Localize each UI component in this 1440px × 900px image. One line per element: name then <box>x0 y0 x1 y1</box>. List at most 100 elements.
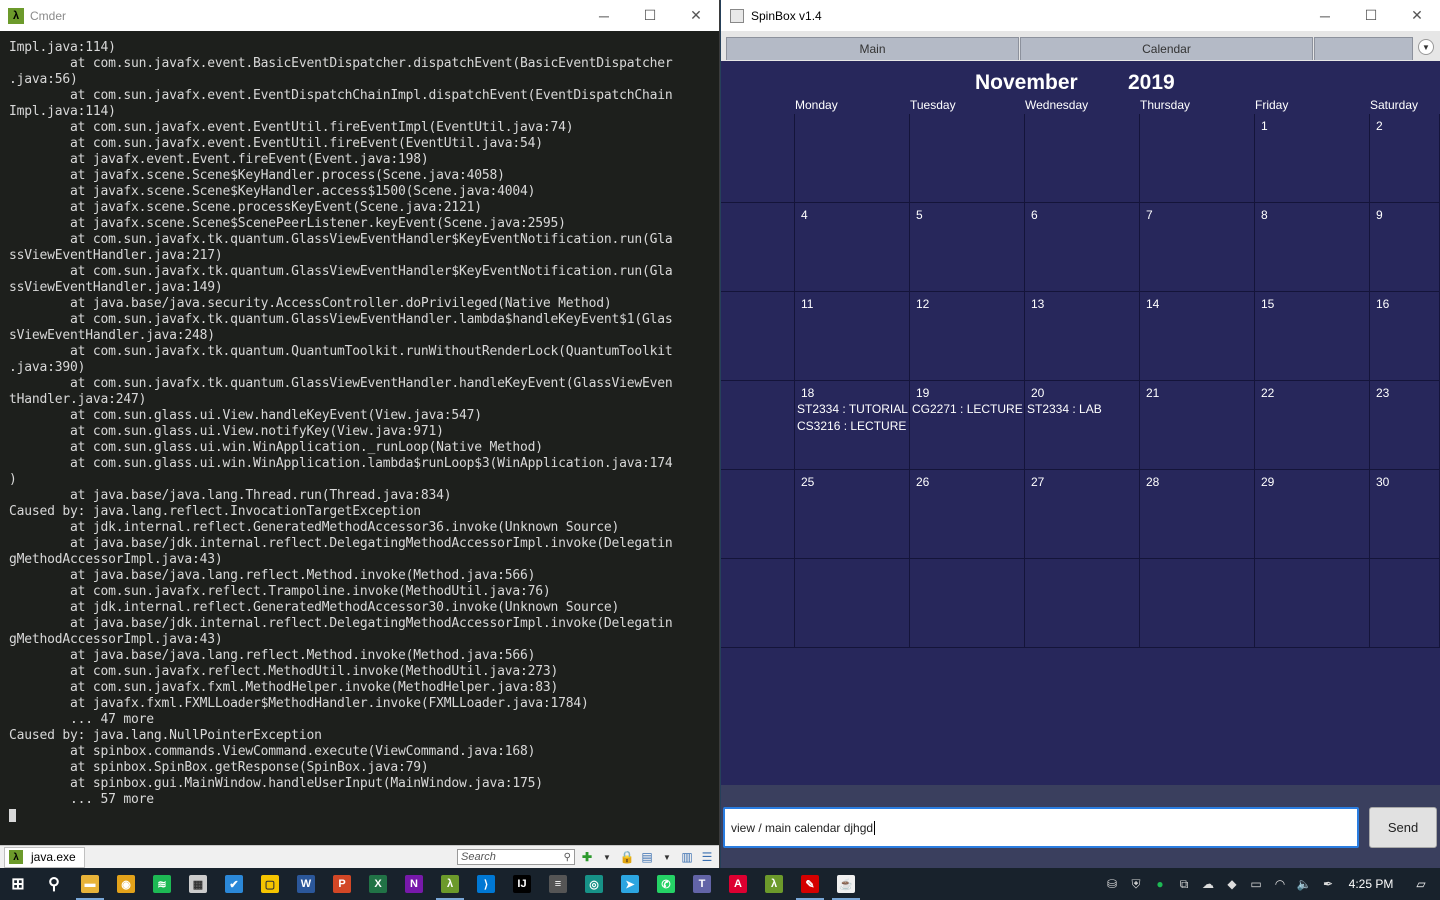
chevron-down-icon[interactable]: ▼ <box>659 849 675 865</box>
calendar-cell[interactable]: 13 <box>1025 292 1140 381</box>
calendar-cell[interactable] <box>1140 559 1255 648</box>
screenshot-icon[interactable]: ⧉ <box>1172 868 1196 900</box>
spinbox-titlebar[interactable]: SpinBox v1.4 ─ ☐ ✕ <box>721 0 1440 31</box>
menu-icon[interactable]: ☰ <box>699 849 715 865</box>
powerpoint-icon[interactable]: P <box>324 868 360 900</box>
intellij-icon[interactable]: IJ <box>504 868 540 900</box>
calendar-cell[interactable] <box>1255 559 1370 648</box>
calendar-cell[interactable] <box>910 559 1025 648</box>
todo-icon[interactable]: ✔ <box>216 868 252 900</box>
clock[interactable]: 4:25 PM <box>1340 877 1402 891</box>
minimize-icon[interactable]: ─ <box>1302 0 1348 31</box>
calendar-cell[interactable] <box>1370 559 1440 648</box>
calendar-cell[interactable]: 26 <box>910 470 1025 559</box>
notification-icon[interactable]: ▱ <box>1402 868 1440 900</box>
calendar-header: November 2019 <box>721 69 1440 97</box>
tab-main[interactable]: Main <box>726 37 1019 60</box>
app-icon[interactable]: ≡ <box>540 868 576 900</box>
file-explorer-icon[interactable]: ▬ <box>72 868 108 900</box>
calendar-cell[interactable]: 7 <box>1140 203 1255 292</box>
whatsapp-icon[interactable]: ✆ <box>648 868 684 900</box>
layout-icon[interactable]: ▥ <box>679 849 695 865</box>
tab-calendar[interactable]: Calendar <box>1020 37 1313 60</box>
cmder-icon-2[interactable]: λ <box>756 868 792 900</box>
calendar-cell[interactable]: 27 <box>1025 470 1140 559</box>
wifi-icon[interactable]: ◠ <box>1268 868 1292 900</box>
calendar-cell[interactable]: 6 <box>1025 203 1140 292</box>
calendar-cell[interactable]: 2 <box>1370 114 1440 203</box>
pen-icon[interactable]: ✒ <box>1316 868 1340 900</box>
calendar-cell[interactable]: 11 <box>795 292 910 381</box>
tab-placeholder[interactable] <box>1314 37 1413 60</box>
calendar-cell[interactable]: 29 <box>1255 470 1370 559</box>
chrome-icon[interactable]: ◉ <box>108 868 144 900</box>
tab-dropdown-icon[interactable]: ▼ <box>1418 39 1434 55</box>
excel-icon[interactable]: X <box>360 868 396 900</box>
send-button[interactable]: Send <box>1369 807 1437 848</box>
calendar-cell[interactable]: 19 CG2271 : LECTURE <box>910 381 1025 470</box>
maximize-icon[interactable]: ☐ <box>1348 0 1394 31</box>
tray-app-icon[interactable]: ◆ <box>1220 868 1244 900</box>
network-drive-icon[interactable]: ⛁ <box>1100 868 1124 900</box>
chevron-down-icon[interactable]: ▼ <box>599 849 615 865</box>
acrobat-icon[interactable]: ✎ <box>792 868 828 900</box>
calendar-cell[interactable] <box>1025 114 1140 203</box>
calendar-cell[interactable] <box>910 114 1025 203</box>
volume-icon[interactable]: 🔈 <box>1292 868 1316 900</box>
calendar-cell[interactable]: 23 <box>1370 381 1440 470</box>
telegram-icon[interactable]: ➤ <box>612 868 648 900</box>
sticky-notes-icon[interactable]: ▢ <box>252 868 288 900</box>
spotify-tray-icon[interactable]: ● <box>1148 868 1172 900</box>
calendar-cell[interactable]: 4 <box>795 203 910 292</box>
calendar-cell[interactable]: 18 ST2334 : TUTORIAL CS3216 : LECTURE <box>795 381 910 470</box>
console-output[interactable]: Impl.java:114) at com.sun.javafx.event.B… <box>0 31 719 845</box>
maximize-icon[interactable]: ☐ <box>627 0 673 31</box>
gitkraken-icon[interactable]: ◎ <box>576 868 612 900</box>
angular-icon[interactable]: A <box>720 868 756 900</box>
search-icon[interactable]: ⚲ <box>564 852 571 863</box>
calendar-cell[interactable]: 5 <box>910 203 1025 292</box>
teams-icon[interactable]: T <box>684 868 720 900</box>
new-console-icon[interactable]: ✚ <box>579 849 595 865</box>
search-icon[interactable]: ⚲ <box>36 868 72 900</box>
close-icon[interactable]: ✕ <box>673 0 719 31</box>
security-icon[interactable]: ⛨ <box>1124 868 1148 900</box>
calendar-cell[interactable] <box>795 114 910 203</box>
calendar-cell[interactable]: 1 <box>1255 114 1370 203</box>
calendar-cell[interactable]: 30 <box>1370 470 1440 559</box>
word-icon[interactable]: W <box>288 868 324 900</box>
command-input[interactable]: view / main calendar djhgd <box>723 807 1359 848</box>
calendar-cell[interactable]: 21 <box>1140 381 1255 470</box>
calendar-cell[interactable]: 14 <box>1140 292 1255 381</box>
split-view-icon[interactable]: ▤ <box>639 849 655 865</box>
calendar-cell[interactable]: 15 <box>1255 292 1370 381</box>
cmder-icon[interactable]: λ <box>432 868 468 900</box>
calendar-cell[interactable]: 8 <box>1255 203 1370 292</box>
vscode-icon[interactable]: ⟩ <box>468 868 504 900</box>
cmder-titlebar[interactable]: λ Cmder ─ ☐ ✕ <box>0 0 719 31</box>
search-input[interactable]: Search ⚲ <box>457 849 575 865</box>
calendar-cell[interactable]: 16 <box>1370 292 1440 381</box>
battery-icon[interactable]: ▭ <box>1244 868 1268 900</box>
console-tab[interactable]: λ java.exe <box>4 846 85 868</box>
calendar-icon[interactable]: ▦ <box>180 868 216 900</box>
calendar-cell[interactable]: 12 <box>910 292 1025 381</box>
lock-icon[interactable]: 🔒 <box>619 849 635 865</box>
calendar-cell[interactable]: 22 <box>1255 381 1370 470</box>
cloud-icon[interactable]: ☁ <box>1196 868 1220 900</box>
calendar-cell[interactable]: 28 <box>1140 470 1255 559</box>
calendar-cell[interactable] <box>1025 559 1140 648</box>
spotify-icon[interactable]: ≋ <box>144 868 180 900</box>
close-icon[interactable]: ✕ <box>1394 0 1440 31</box>
calendar-cell[interactable]: 20 ST2334 : LAB <box>1025 381 1140 470</box>
calendar-cell[interactable] <box>1140 114 1255 203</box>
spinbox-window[interactable]: SpinBox v1.4 ─ ☐ ✕ Main Calendar ▼ Novem… <box>721 0 1440 868</box>
calendar-cell[interactable]: 9 <box>1370 203 1440 292</box>
calendar-cell[interactable] <box>795 559 910 648</box>
windows-start-icon[interactable]: ⊞ <box>0 868 36 900</box>
java-icon[interactable]: ☕ <box>828 868 864 900</box>
calendar-cell[interactable]: 25 <box>795 470 910 559</box>
minimize-icon[interactable]: ─ <box>581 0 627 31</box>
onenote-icon[interactable]: N <box>396 868 432 900</box>
cmder-window[interactable]: λ Cmder ─ ☐ ✕ Impl.java:114) at com.sun.… <box>0 0 720 868</box>
